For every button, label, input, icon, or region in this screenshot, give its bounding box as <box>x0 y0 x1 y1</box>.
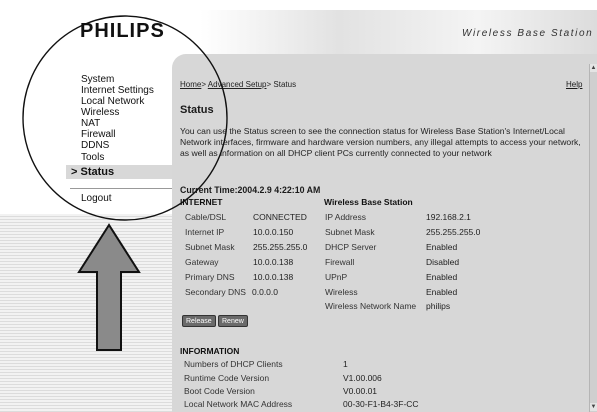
scroll-down-icon[interactable]: ▼ <box>590 403 597 411</box>
product-name: Wireless Base Station <box>462 28 594 39</box>
nav-item-firewall[interactable]: Firewall <box>81 129 115 140</box>
wireless-base-value: Disabled <box>426 257 460 267</box>
wireless-base-value: Enabled <box>426 287 458 297</box>
internet-heading: INTERNET <box>180 197 223 207</box>
internet-value: 0.0.0.0 <box>252 287 278 297</box>
nav-item-local-network[interactable]: Local Network <box>81 96 144 107</box>
sidebar-pattern <box>0 214 172 412</box>
nav-item-system[interactable]: System <box>81 74 114 85</box>
information-value: V0.00.01 <box>343 386 378 396</box>
wireless-base-value: Enabled <box>426 242 458 252</box>
nav-item-nat[interactable]: NAT <box>81 118 100 129</box>
wireless-base-label: Subnet Mask <box>325 227 375 237</box>
wireless-base-label: DHCP Server <box>325 242 377 252</box>
information-heading: INFORMATION <box>180 346 240 356</box>
internet-label: Primary DNS <box>185 272 235 282</box>
page-description: You can use the Status screen to see the… <box>180 126 581 158</box>
vertical-scrollbar[interactable] <box>589 64 597 412</box>
wireless-base-label: Wireless Network Name <box>325 301 417 311</box>
nav-item-wireless[interactable]: Wireless <box>81 107 119 118</box>
nav-divider <box>70 188 180 189</box>
internet-label: Subnet Mask <box>185 242 235 252</box>
renew-button[interactable]: Renew <box>218 315 248 327</box>
information-label: Runtime Code Version <box>184 373 270 383</box>
help-link[interactable]: Help <box>566 80 582 89</box>
breadcrumb-separator: > <box>266 80 272 89</box>
wireless-base-value: 192.168.2.1 <box>426 212 471 222</box>
breadcrumb-current: Status <box>273 80 297 89</box>
wireless-base-label: Firewall <box>325 257 355 267</box>
breadcrumb-advanced-setup-link[interactable]: Advanced Setup <box>208 80 267 89</box>
internet-value: CONNECTED <box>253 212 307 222</box>
nav-item-logout[interactable]: Logout <box>81 193 112 204</box>
internet-value: 10.0.0.138 <box>253 257 294 267</box>
breadcrumb-separator: > <box>201 80 207 89</box>
information-label: Boot Code Version <box>184 386 255 396</box>
wireless-base-heading: Wireless Base Station <box>324 197 413 207</box>
brand-logo: PHILIPS <box>80 20 165 42</box>
breadcrumb-home-link[interactable]: Home <box>180 80 201 89</box>
wireless-base-value: philips <box>426 301 451 311</box>
scroll-up-icon[interactable]: ▲ <box>590 64 597 72</box>
internet-value: 255.255.255.0 <box>253 242 308 252</box>
wireless-base-value: 255.255.255.0 <box>426 227 481 237</box>
page-title: Status <box>180 104 214 116</box>
internet-label: Secondary DNS <box>185 287 246 297</box>
information-value: V1.00.006 <box>343 373 382 383</box>
nav-item-internet-settings[interactable]: Internet Settings <box>81 85 154 96</box>
wireless-base-label: IP Address <box>325 212 366 222</box>
nav-item-status[interactable]: > Status <box>71 166 114 178</box>
nav-item-ddns[interactable]: DDNS <box>81 140 109 151</box>
wireless-base-label: UPnP <box>325 272 348 282</box>
wireless-base-label: Wireless <box>325 287 358 297</box>
internet-label: Cable/DSL <box>185 212 227 222</box>
breadcrumb: Home> Advanced Setup> Status <box>180 80 296 89</box>
internet-value: 10.0.0.150 <box>253 227 294 237</box>
internet-label: Gateway <box>185 257 219 267</box>
information-value: 1 <box>343 359 348 369</box>
wireless-base-value: Enabled <box>426 272 458 282</box>
information-value: 00-30-F1-B4-3F-CC <box>343 399 419 409</box>
current-time: Current Time:2004.2.9 4:22:10 AM <box>180 185 321 195</box>
nav-item-tools[interactable]: Tools <box>81 152 104 163</box>
information-label: Numbers of DHCP Clients <box>184 359 283 369</box>
release-button[interactable]: Release <box>182 315 216 327</box>
information-label: Local Network MAC Address <box>184 399 293 409</box>
internet-label: Internet IP <box>185 227 225 237</box>
internet-value: 10.0.0.138 <box>253 272 294 282</box>
